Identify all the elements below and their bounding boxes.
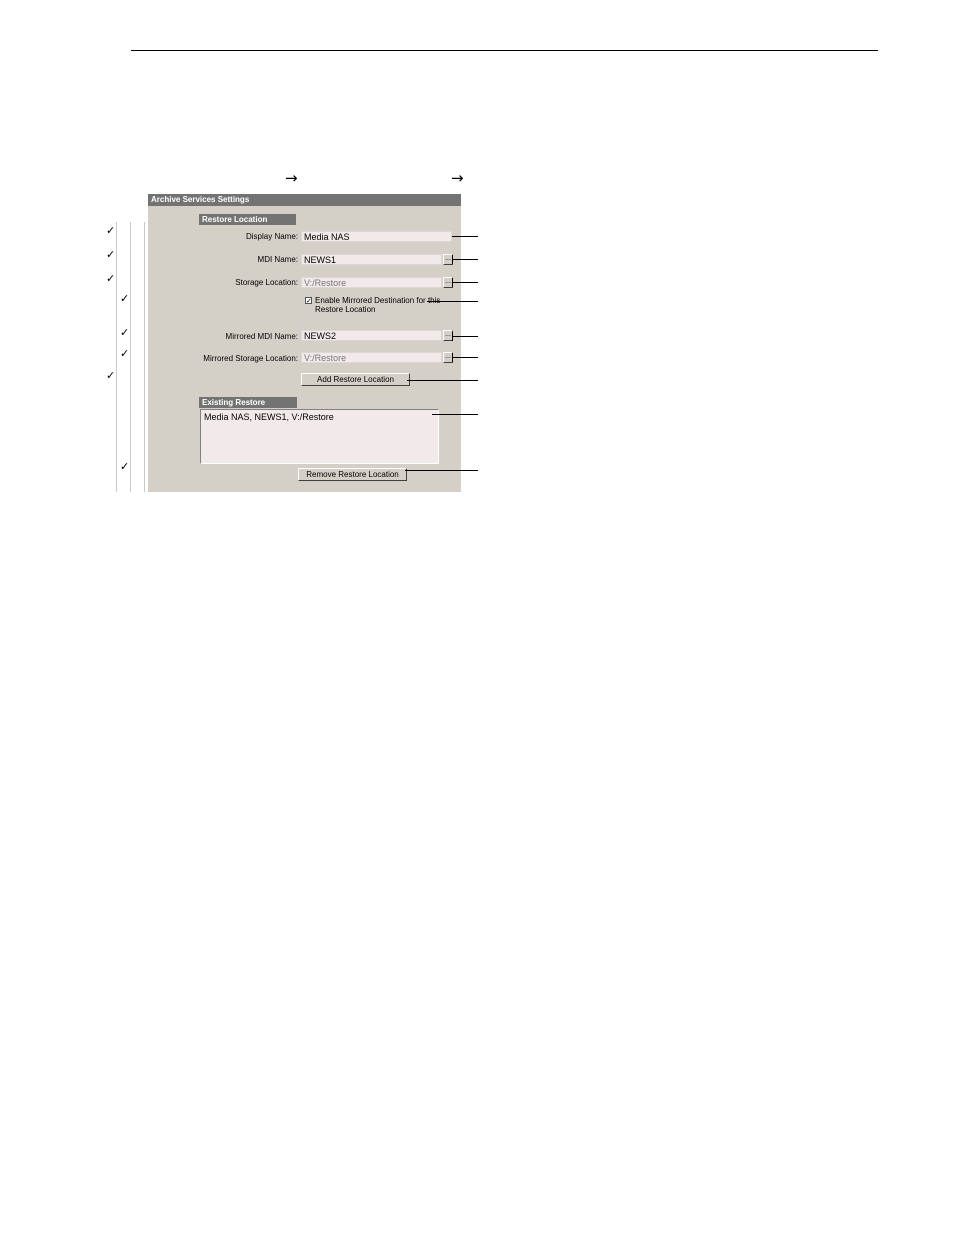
callout-tick <box>452 278 453 287</box>
callout-tick <box>452 353 453 362</box>
storage-location-input[interactable]: V:/Restore <box>301 277 442 288</box>
callout-tick <box>452 255 453 264</box>
callout-line <box>452 336 478 337</box>
nav-arrow-icon: → <box>451 169 464 187</box>
panel-title: Archive Services Settings <box>148 194 461 206</box>
callout-line <box>452 259 478 260</box>
mdi-name-input[interactable]: NEWS1 <box>301 254 442 265</box>
enable-mirrored-label-line2: Restore Location <box>315 305 376 314</box>
callout-line <box>452 357 478 358</box>
nav-arrow-icon: → <box>285 169 298 187</box>
check-mark-icon: ✓ <box>120 347 130 360</box>
callout-tick <box>452 332 453 341</box>
check-mark-icon: ✓ <box>120 326 130 339</box>
mdi-name-label: MDI Name: <box>257 255 298 264</box>
check-mark-icon: ✓ <box>106 272 116 285</box>
callout-line <box>405 470 478 471</box>
top-rule <box>131 50 878 51</box>
mirrored-mdi-name-input[interactable]: NEWS2 <box>301 330 442 341</box>
checklist-rule-mid <box>130 222 131 492</box>
callout-line <box>432 414 478 415</box>
check-mark-icon: ✓ <box>106 248 116 261</box>
callout-line <box>452 236 478 237</box>
check-mark-icon: ✓ <box>120 460 130 473</box>
existing-restore-locations-list[interactable]: Media NAS, NEWS1, V:/Restore <box>200 409 439 464</box>
archive-services-settings-panel: Archive Services Settings Restore Locati… <box>148 194 461 492</box>
enable-mirrored-checkbox[interactable]: ✓ <box>305 297 312 305</box>
list-item[interactable]: Media NAS, NEWS1, V:/Restore <box>204 412 435 422</box>
existing-restore-locations-header: Existing Restore Locations <box>199 397 297 418</box>
checklist-rule-left <box>116 222 117 492</box>
restore-location-header: Restore Location <box>199 214 296 225</box>
callout-line <box>452 282 478 283</box>
check-mark-icon: ✓ <box>120 292 130 305</box>
mirrored-storage-location-label: Mirrored Storage Location: <box>203 354 298 363</box>
check-mark-icon: ✓ <box>106 369 116 382</box>
storage-location-label: Storage Location: <box>235 278 298 287</box>
remove-restore-location-button[interactable]: Remove Restore Location <box>298 468 407 481</box>
display-name-label: Display Name: <box>245 232 298 241</box>
mirrored-mdi-name-label: Mirrored MDI Name: <box>225 332 298 341</box>
callout-line <box>427 301 478 302</box>
callout-line <box>407 380 478 381</box>
display-name-input[interactable]: Media NAS <box>301 231 452 242</box>
add-restore-location-button[interactable]: Add Restore Location <box>301 373 410 386</box>
checklist-rule-right <box>144 222 145 492</box>
mirrored-storage-location-input[interactable]: V:/Restore <box>301 352 442 363</box>
check-mark-icon: ✓ <box>106 224 116 237</box>
